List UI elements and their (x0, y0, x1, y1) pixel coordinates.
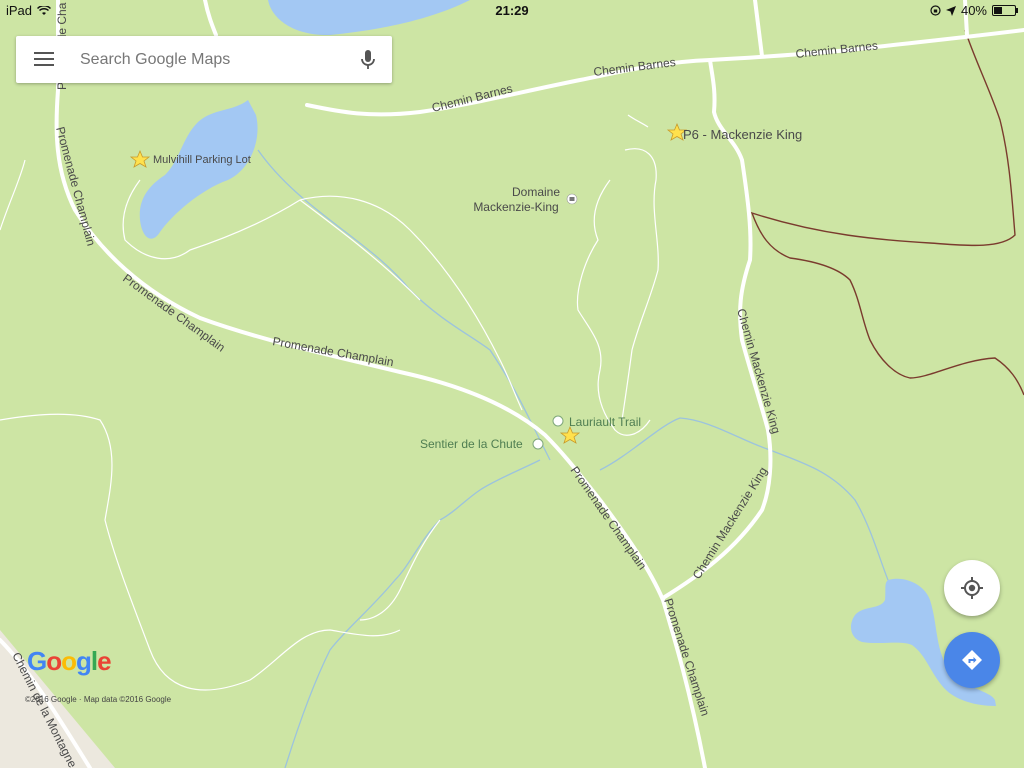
search-bar (16, 36, 392, 83)
battery-fill (994, 7, 1002, 14)
my-location-button[interactable] (944, 560, 1000, 616)
orientation-lock-icon (930, 5, 941, 16)
location-arrow-icon (945, 5, 956, 16)
microphone-icon[interactable] (356, 48, 380, 72)
logo-letter: o (46, 646, 62, 676)
directions-button[interactable] (944, 632, 1000, 688)
google-logo: Google (27, 646, 112, 677)
battery-icon (992, 5, 1018, 16)
my-location-icon (961, 577, 983, 599)
battery-percent: 40% (960, 3, 987, 18)
logo-letter: e (97, 646, 112, 676)
status-right: 40% (930, 3, 1018, 18)
hamburger-menu-icon[interactable] (34, 52, 54, 67)
logo-letter: o (61, 646, 77, 676)
logo-letter: g (76, 646, 92, 676)
directions-icon (962, 650, 982, 670)
status-time: 21:29 (495, 3, 529, 18)
logo-letter: G (27, 646, 47, 676)
map-attribution: ©2016 Google · Map data ©2016 Google (25, 695, 172, 704)
search-input[interactable] (78, 48, 342, 72)
park-area (0, 0, 1024, 768)
map-canvas[interactable] (0, 0, 1024, 768)
status-bar: iPad 21:29 40% (0, 0, 1024, 22)
